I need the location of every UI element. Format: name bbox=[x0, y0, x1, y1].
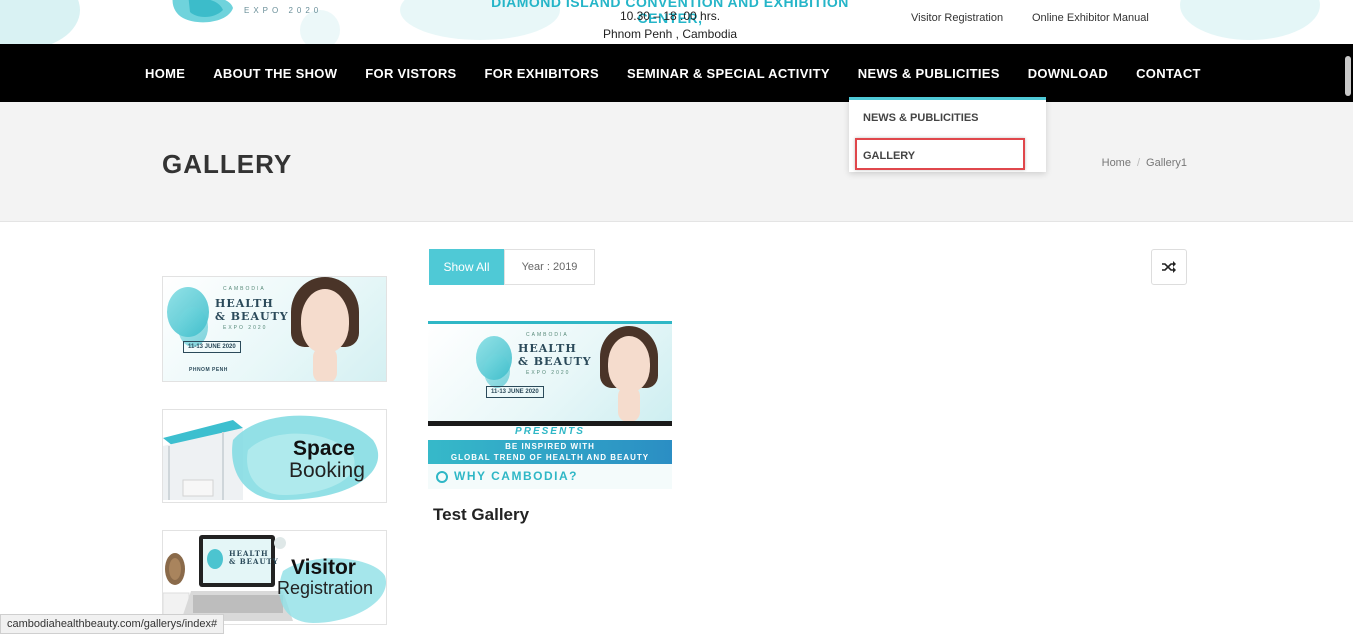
logo-subtitle: EXPO 2020 bbox=[244, 6, 323, 15]
banner-line1: HEALTH bbox=[215, 297, 274, 310]
nav-about-the-show[interactable]: ABOUT THE SHOW bbox=[199, 66, 351, 81]
breadcrumb-home[interactable]: Home bbox=[1102, 157, 1131, 169]
registration-label: Registration bbox=[277, 578, 374, 598]
model-face bbox=[608, 336, 650, 392]
model-face bbox=[301, 289, 349, 353]
card-small-top: CAMBODIA bbox=[526, 332, 569, 338]
page-title: GALLERY bbox=[162, 149, 293, 179]
banner-small-top: CAMBODIA bbox=[223, 286, 266, 292]
nav-for-visitors[interactable]: FOR VISTORS bbox=[351, 66, 470, 81]
flower-icon bbox=[436, 471, 448, 483]
breadcrumb-current: Gallery1 bbox=[1146, 157, 1187, 169]
gallery-card-image[interactable]: CAMBODIA HEALTH & BEAUTY EXPO 2020 11-13… bbox=[428, 321, 672, 489]
card-banner-top: CAMBODIA HEALTH & BEAUTY EXPO 2020 11-13… bbox=[428, 321, 672, 425]
event-time: 10.30 – 18 .00 hrs. bbox=[619, 9, 721, 23]
card-date: 11-13 JUNE 2020 bbox=[486, 386, 544, 398]
decor-shape bbox=[0, 0, 80, 44]
gallery-card-title[interactable]: Test Gallery bbox=[433, 505, 529, 525]
card-small-bottom: EXPO 2020 bbox=[526, 370, 571, 376]
card-tagline-band: BE INSPIRED WITH GLOBAL TREND OF HEALTH … bbox=[428, 440, 672, 464]
logo-shape bbox=[484, 354, 510, 388]
breadcrumb: Home / Gallery1 bbox=[1102, 157, 1187, 169]
card-why: WHY CAMBODIA? bbox=[428, 464, 672, 489]
card-presents: PRESENTS bbox=[428, 426, 672, 440]
banner-date: 11-13 JUNE 2020 bbox=[183, 341, 241, 353]
breadcrumb-separator: / bbox=[1136, 157, 1141, 169]
card-line2: & BEAUTY bbox=[518, 355, 592, 368]
decor-shape bbox=[1180, 0, 1320, 40]
banner-line2: & BEAUTY bbox=[215, 310, 289, 323]
nav-seminar[interactable]: SEMINAR & SPECIAL ACTIVITY bbox=[613, 66, 844, 81]
nav-for-exhibitors[interactable]: FOR EXHIBITORS bbox=[470, 66, 612, 81]
page-header-band: GALLERY Home / Gallery1 bbox=[0, 102, 1353, 222]
main-nav: HOME ABOUT THE SHOW FOR VISTORS FOR EXHI… bbox=[0, 44, 1353, 102]
banner-place: PHNOM PENH bbox=[189, 367, 228, 373]
space-label: Space bbox=[293, 437, 355, 460]
nav-contact[interactable]: CONTACT bbox=[1122, 66, 1215, 81]
visitor-label: Visitor bbox=[291, 556, 356, 579]
event-city: Phnom Penh , Cambodia bbox=[602, 27, 738, 41]
banner-small-bottom: EXPO 2020 bbox=[223, 325, 268, 331]
nav-download[interactable]: DOWNLOAD bbox=[1014, 66, 1122, 81]
health-beauty-banner[interactable]: CAMBODIA HEALTH & BEAUTY EXPO 2020 11-13… bbox=[162, 276, 387, 382]
expo-logo[interactable] bbox=[168, 0, 238, 26]
shuffle-button[interactable] bbox=[1151, 249, 1187, 285]
model-neck bbox=[618, 386, 640, 422]
decor-shape bbox=[300, 10, 340, 44]
screen-line2: & BEAUTY bbox=[229, 557, 279, 566]
card-why-text: WHY CAMBODIA? bbox=[454, 469, 578, 483]
card-tagline-2: GLOBAL TREND OF HEALTH AND BEAUTY bbox=[450, 453, 650, 462]
shuffle-icon bbox=[1162, 261, 1176, 273]
gallery-highlight-box bbox=[855, 138, 1025, 170]
card-line1: HEALTH bbox=[518, 342, 577, 355]
nav-news-publicities[interactable]: NEWS & PUBLICITIES bbox=[844, 66, 1014, 81]
top-header: EXPO 2020 DIAMOND ISLAND CONVENTION AND … bbox=[0, 0, 1353, 44]
scrollbar-thumb[interactable] bbox=[1345, 56, 1351, 96]
browser-status-bar: cambodiahealthbeauty.com/gallerys/index# bbox=[0, 614, 225, 634]
filter-show-all-button[interactable]: Show All bbox=[429, 249, 504, 285]
space-booking-banner[interactable]: Space Booking bbox=[162, 409, 387, 503]
visitor-registration-banner[interactable]: HEALTH & BEAUTY Visitor Registration bbox=[162, 530, 387, 625]
dropdown-item-news-publicities[interactable]: NEWS & PUBLICITIES bbox=[863, 112, 979, 124]
filter-year-button[interactable]: Year : 2019 bbox=[504, 249, 595, 285]
model-neck bbox=[313, 347, 337, 381]
visitor-registration-link[interactable]: Visitor Registration bbox=[911, 12, 1003, 24]
booking-label: Booking bbox=[289, 459, 365, 482]
nav-home[interactable]: HOME bbox=[131, 66, 199, 81]
card-tagline-1: BE INSPIRED WITH bbox=[505, 442, 595, 451]
exhibitor-manual-link[interactable]: Online Exhibitor Manual bbox=[1032, 12, 1149, 24]
